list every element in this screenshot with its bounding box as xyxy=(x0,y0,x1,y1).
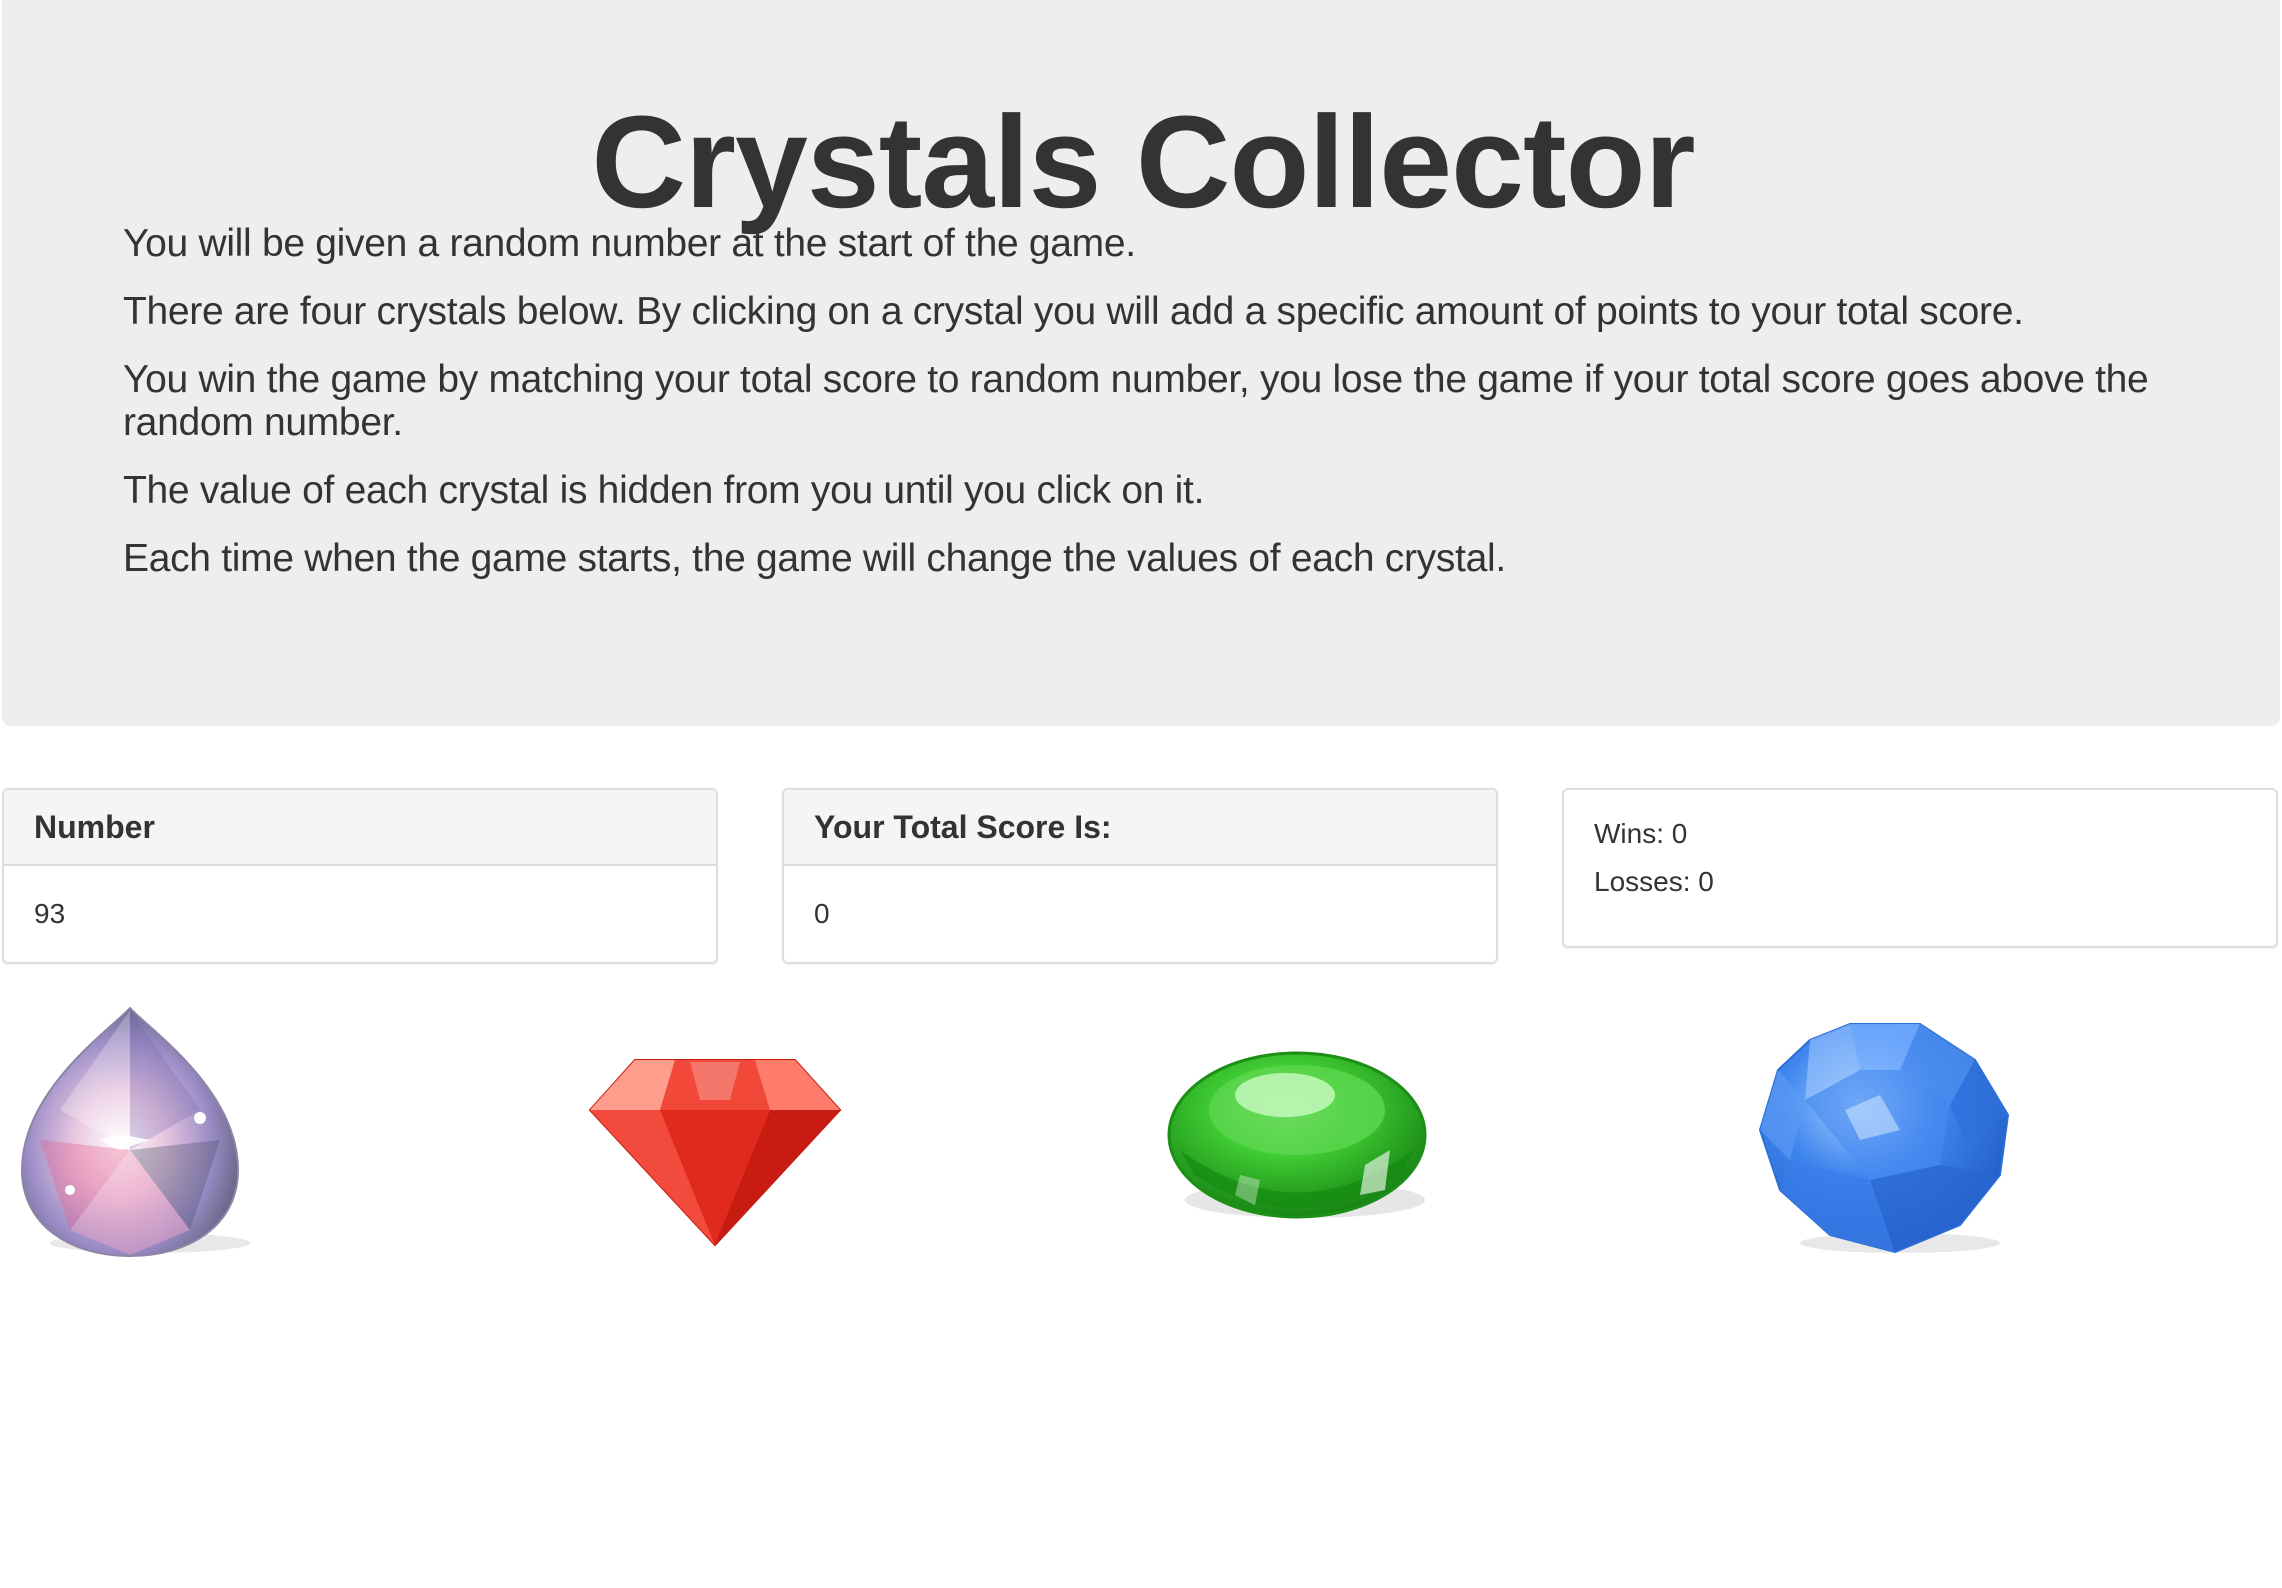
instruction-line: You will be given a random number at the… xyxy=(123,222,1136,265)
clear-drop-crystal-button[interactable] xyxy=(0,1000,270,1270)
losses-count: Losses: 0 xyxy=(1594,866,1714,897)
instruction-line: The value of each crystal is hidden from… xyxy=(123,469,1205,512)
total-score-value: 0 xyxy=(814,898,830,929)
random-number-value: 93 xyxy=(34,898,66,929)
instructions: You will be given a random number at the… xyxy=(123,222,2163,605)
page-title: Crystals Collector xyxy=(591,88,1695,235)
stats-panel: Wins: 0 Losses: 0 xyxy=(1562,788,2278,948)
instruction-line: Each time when the game starts, the game… xyxy=(123,537,1506,580)
blue-round-crystal-icon xyxy=(1758,1023,2010,1254)
green-oval-crystal-icon xyxy=(1167,1051,1427,1219)
red-diamond-crystal-button[interactable] xyxy=(580,1000,850,1270)
wins-count: Wins: 0 xyxy=(1594,818,1688,849)
instruction-line: You win the game by matching your total … xyxy=(123,358,2149,444)
number-panel-heading: Number xyxy=(4,790,716,866)
green-oval-crystal-button[interactable] xyxy=(1160,1000,1430,1270)
jumbotron: Crystals Collector You will be given a r… xyxy=(2,0,2280,726)
score-panel-heading: Your Total Score Is: xyxy=(784,790,1496,866)
clear-drop-crystal-icon xyxy=(20,1006,250,1258)
score-panel: Your Total Score Is: 0 xyxy=(782,788,1498,964)
red-diamond-crystal-icon xyxy=(588,1059,842,1247)
blue-round-crystal-button[interactable] xyxy=(1750,1000,2020,1270)
instruction-line: There are four crystals below. By clicki… xyxy=(123,290,2024,333)
number-panel: Number 93 xyxy=(2,788,718,964)
